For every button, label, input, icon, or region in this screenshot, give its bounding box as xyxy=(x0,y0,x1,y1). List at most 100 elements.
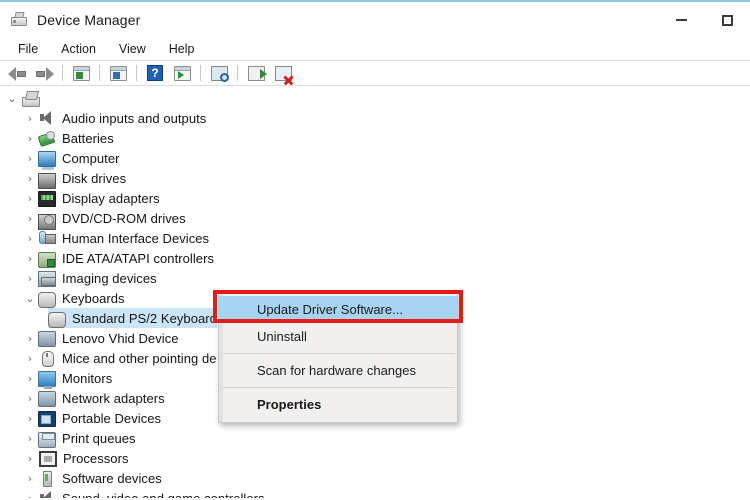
minimize-button[interactable] xyxy=(658,2,704,38)
scan-for-hardware-changes-button[interactable] xyxy=(206,61,232,85)
chevron-right-icon[interactable]: › xyxy=(22,212,38,225)
ide-controller-icon xyxy=(38,251,56,268)
computer-icon xyxy=(38,150,56,170)
chevron-right-icon[interactable]: › xyxy=(22,372,38,385)
tree-item-print-queues[interactable]: › Print queues xyxy=(0,428,750,448)
tree-item-label: Software devices xyxy=(62,470,162,486)
tree-item-ide-ata-atapi-controllers[interactable]: › IDE ATA/ATAPI controllers xyxy=(0,248,750,268)
properties-icon xyxy=(72,65,90,81)
human-interface-device-icon xyxy=(38,230,56,246)
chevron-right-icon[interactable]: › xyxy=(22,432,38,445)
uninstall-device-icon xyxy=(274,65,293,86)
software-device-icon xyxy=(38,470,56,487)
context-menu-item-scan-for-hardware-changes[interactable]: Scan for hardware changes xyxy=(219,357,457,384)
context-menu-item-uninstall[interactable]: Uninstall xyxy=(219,323,457,350)
speaker-icon xyxy=(38,110,56,126)
tree-item-software-devices[interactable]: › Software devices xyxy=(0,468,750,488)
battery-icon xyxy=(38,130,56,146)
sound-controller-icon xyxy=(38,490,56,498)
context-menu-item-properties[interactable]: Properties xyxy=(219,391,457,418)
tree-item-label: Monitors xyxy=(62,370,113,386)
title-bar: Device Manager xyxy=(0,2,750,38)
display-adapter-icon xyxy=(38,191,56,207)
tree-item-computer[interactable]: › Computer xyxy=(0,148,750,170)
tree-item-label: Network adapters xyxy=(62,390,165,406)
enable-device-button[interactable] xyxy=(169,61,195,85)
forward-button[interactable] xyxy=(31,61,57,85)
disk-drive-icon xyxy=(38,172,56,189)
chevron-right-icon[interactable]: › xyxy=(22,232,38,245)
chevron-right-icon[interactable]: › xyxy=(22,352,38,365)
tree-item-label: Standard PS/2 Keyboard xyxy=(72,310,217,326)
chevron-right-icon[interactable]: › xyxy=(22,332,38,345)
chevron-right-icon[interactable]: › xyxy=(22,272,38,285)
toolbar-separator xyxy=(99,65,100,81)
chevron-right-icon[interactable]: › xyxy=(22,412,38,425)
show-hidden-devices-button[interactable] xyxy=(105,61,131,85)
tree-item-batteries[interactable]: › Batteries xyxy=(0,128,750,148)
tree-item-label: Processors xyxy=(63,450,129,466)
chevron-right-icon[interactable]: › xyxy=(22,252,38,265)
tree-item-label: Imaging devices xyxy=(62,270,157,286)
computer-root-icon xyxy=(20,90,40,107)
tree-item-label: Print queues xyxy=(62,430,136,446)
forward-arrow-icon xyxy=(35,66,54,81)
tree-item-disk-drives[interactable]: › Disk drives xyxy=(0,168,750,189)
help-button[interactable]: ? xyxy=(142,61,168,85)
menu-help[interactable]: Help xyxy=(159,40,205,58)
chevron-right-icon[interactable]: › xyxy=(22,192,38,205)
minimize-icon xyxy=(675,19,687,21)
uninstall-device-button[interactable] xyxy=(270,61,296,86)
update-driver-icon xyxy=(247,65,267,81)
chevron-down-icon[interactable]: ⌄ xyxy=(22,292,38,305)
chevron-right-icon[interactable]: › xyxy=(22,152,38,165)
title-bar-left: Device Manager xyxy=(0,11,140,29)
toolbar-separator xyxy=(136,65,137,81)
tree-item-label: DVD/CD-ROM drives xyxy=(62,210,186,226)
tree-item-display-adapters[interactable]: › Display adapters xyxy=(0,188,750,208)
chevron-right-icon[interactable]: › xyxy=(22,472,38,485)
tree-item-human-interface-devices[interactable]: › Human Interface Devices xyxy=(0,228,750,248)
chevron-right-icon[interactable]: › xyxy=(22,112,38,125)
network-adapter-icon xyxy=(38,390,56,407)
processor-icon xyxy=(39,450,57,467)
chevron-right-icon[interactable]: › xyxy=(22,172,38,185)
chevron-right-icon[interactable]: › xyxy=(22,452,38,465)
menu-action[interactable]: Action xyxy=(51,40,106,58)
scan-for-hardware-changes-icon xyxy=(210,65,229,82)
context-menu-item-update-driver-software[interactable]: Update Driver Software... xyxy=(219,296,457,323)
chevron-right-icon[interactable]: › xyxy=(22,392,38,405)
tree-item-label: IDE ATA/ATAPI controllers xyxy=(62,250,214,266)
tree-item-imaging-devices[interactable]: › Imaging devices xyxy=(0,268,750,288)
window-title: Device Manager xyxy=(37,12,141,28)
toolbar-separator xyxy=(200,65,201,81)
tree-root-node[interactable]: ⌄ xyxy=(0,88,750,108)
update-driver-button[interactable] xyxy=(243,61,269,85)
tree-item-processors[interactable]: › Processors xyxy=(0,448,750,468)
tree-item-label: Disk drives xyxy=(62,170,127,186)
keyboard-icon xyxy=(38,292,56,308)
menu-file[interactable]: File xyxy=(8,40,48,58)
chevron-right-icon[interactable]: › xyxy=(22,492,38,499)
device-tree[interactable]: ⌄ › Audio inputs and outputs › Batteries… xyxy=(0,86,750,498)
maximize-icon xyxy=(721,14,733,26)
keyboard-icon xyxy=(48,312,66,328)
window-controls xyxy=(658,2,750,38)
portable-device-icon xyxy=(38,410,56,427)
properties-button[interactable] xyxy=(68,61,94,85)
tree-item-audio-inputs-and-outputs[interactable]: › Audio inputs and outputs xyxy=(0,108,750,128)
tree-item-label: Lenovo Vhid Device xyxy=(62,330,179,346)
maximize-button[interactable] xyxy=(704,2,750,38)
menu-view[interactable]: View xyxy=(109,40,156,58)
tree-item-sound-video-and-game-controllers[interactable]: › Sound, video and game controllers xyxy=(0,488,750,498)
chevron-down-icon[interactable]: ⌄ xyxy=(4,92,20,105)
imaging-device-icon xyxy=(38,271,56,287)
tree-item-dvd-cd-rom-drives[interactable]: › DVD/CD-ROM drives xyxy=(0,208,750,230)
context-menu-separator xyxy=(221,353,455,354)
device-manager-window: Device Manager File Action View Help ? ⌄… xyxy=(0,0,750,500)
back-button[interactable] xyxy=(4,61,30,85)
mouse-icon xyxy=(38,350,56,367)
chevron-right-icon[interactable]: › xyxy=(22,132,38,145)
toolbar-separator xyxy=(62,65,63,81)
tree-item-label: Display adapters xyxy=(62,190,160,206)
